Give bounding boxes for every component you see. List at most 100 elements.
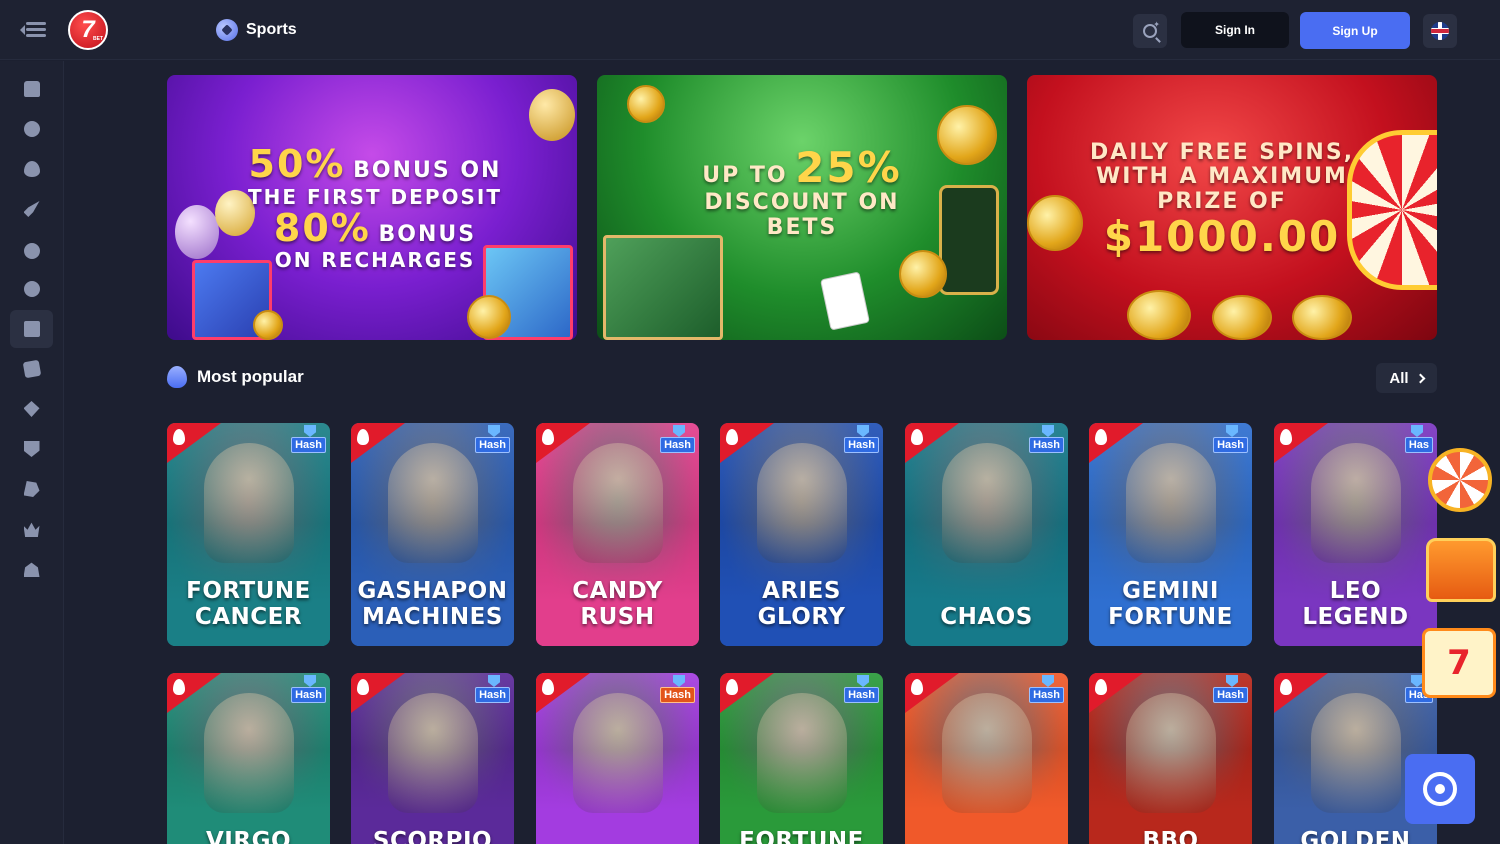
- sign-up-button[interactable]: Sign Up: [1300, 12, 1410, 49]
- coin-decoration: [1292, 295, 1352, 340]
- coin-decoration: [627, 85, 665, 123]
- sparkle-icon: ✦: [1153, 20, 1160, 29]
- sidebar-item-vip[interactable]: [10, 510, 53, 548]
- game-card[interactable]: Hash FORTUNE CANCER: [167, 423, 330, 646]
- banner2-text-2: DISCOUNT ON: [704, 190, 900, 216]
- sidebar-item-shield[interactable]: [10, 430, 53, 468]
- rocket-icon: [23, 201, 40, 217]
- uk-flag-icon: [1431, 22, 1449, 40]
- game-title: GASHAPON MACHINES: [357, 578, 508, 630]
- lucky-wheel-widget[interactable]: [1428, 448, 1492, 512]
- game-character-art: [941, 443, 1032, 563]
- game-title: ARIES GLORY: [757, 578, 846, 630]
- hash-badge: Hash: [291, 687, 326, 703]
- sidebar-item-cards[interactable]: [10, 350, 53, 388]
- hash-badge: Hash: [1029, 687, 1064, 703]
- promo-banner-bet-discount[interactable]: UP TO 25% DISCOUNT ON BETS: [597, 75, 1007, 340]
- game-character-art: [387, 443, 478, 563]
- sidebar-item-horse[interactable]: [10, 470, 53, 508]
- banner1-text-4: ON RECHARGES: [274, 248, 476, 273]
- soccer-ball-icon: [23, 243, 40, 259]
- game-card[interactable]: Hash: [536, 673, 699, 844]
- prize-wheel-decoration: [1347, 130, 1437, 290]
- game-character-art: [1125, 693, 1216, 813]
- hash-badge: Hash: [844, 687, 879, 703]
- sidebar: [0, 61, 64, 844]
- sidebar-item-recent[interactable]: [10, 110, 53, 148]
- hash-badge: Hash: [475, 437, 510, 453]
- sidebar-item-crash[interactable]: [10, 190, 53, 228]
- game-card[interactable]: Hash BBQ: [1089, 673, 1252, 844]
- cards-icon: [22, 359, 41, 379]
- sidebar-item-chest[interactable]: [10, 70, 53, 108]
- banner1-percent-1: 50%: [248, 141, 346, 186]
- chevron-right-icon: [1415, 373, 1426, 383]
- banner1-text-2: THE FIRST DEPOSIT: [248, 184, 502, 209]
- hash-badge: Hash: [844, 437, 879, 453]
- phone-decoration: [939, 185, 999, 295]
- daily-checkin-widget[interactable]: 7: [1422, 628, 1496, 698]
- game-title: FORTUNE CANCER: [186, 578, 311, 630]
- hash-badge: Hash: [1213, 687, 1248, 703]
- game-character-art: [572, 693, 663, 813]
- game-title: GOLDEN: [1300, 828, 1411, 844]
- promo-banner-deposit-bonus[interactable]: 50% BONUS ON THE FIRST DEPOSIT 80% BONUS…: [167, 75, 577, 340]
- soccer-ball-icon: [216, 19, 238, 41]
- game-card[interactable]: Has LEO LEGEND: [1274, 423, 1437, 646]
- banner3-text-3: PRIZE OF: [1157, 188, 1287, 214]
- poker-chip-icon: [23, 401, 40, 417]
- game-card[interactable]: Hash ARIES GLORY: [720, 423, 883, 646]
- game-title: CHAOS: [940, 604, 1033, 630]
- game-card[interactable]: Hash GASHAPON MACHINES: [351, 423, 514, 646]
- site-logo[interactable]: 7 BET: [68, 10, 108, 50]
- balloon-decoration: [175, 205, 219, 259]
- promo-banner-free-spins[interactable]: DAILY FREE SPINS, WITH A MAXIMUM PRIZE O…: [1027, 75, 1437, 340]
- game-card[interactable]: Hash VIRGO: [167, 673, 330, 844]
- top-bar: 7 BET Sports ✦ Sign In Sign Up: [0, 0, 1500, 60]
- fire-icon: [167, 366, 187, 388]
- sidebar-item-poker[interactable]: [10, 390, 53, 428]
- banner1-text-1: BONUS ON: [353, 157, 502, 183]
- hash-badge: Hash: [1213, 437, 1248, 453]
- sidebar-item-basketball[interactable]: [10, 270, 53, 308]
- treasure-chest-widget[interactable]: [1426, 538, 1496, 602]
- nav-sports-link[interactable]: Sports: [216, 19, 297, 41]
- crown-icon: [23, 522, 40, 537]
- coin-decoration: [1212, 295, 1272, 340]
- game-card[interactable]: Hash CHAOS: [905, 423, 1068, 646]
- language-button[interactable]: [1423, 14, 1457, 48]
- slot-machine-icon: [23, 321, 40, 337]
- game-character-art: [203, 443, 294, 563]
- game-character-art: [756, 443, 847, 563]
- section-title: Most popular: [197, 367, 304, 386]
- sidebar-item-fishing[interactable]: [10, 550, 53, 588]
- live-support-button[interactable]: [1405, 754, 1475, 824]
- sidebar-item-hot[interactable]: [10, 150, 53, 188]
- search-button[interactable]: ✦: [1133, 14, 1167, 48]
- hash-badge: Has: [1404, 437, 1433, 453]
- banner2-text-1: UP TO: [702, 163, 788, 189]
- game-title: LEO LEGEND: [1302, 578, 1409, 630]
- balloon-decoration: [529, 89, 575, 141]
- fishing-icon: [23, 562, 40, 577]
- game-card[interactable]: Hash CANDY RUSH: [536, 423, 699, 646]
- basketball-icon: [23, 281, 40, 297]
- game-card[interactable]: Hash GEMINI FORTUNE: [1089, 423, 1252, 646]
- coin-decoration: [899, 250, 947, 298]
- hash-badge: Hash: [291, 437, 326, 453]
- banner2-percent: 25%: [795, 143, 902, 193]
- sidebar-item-soccer[interactable]: [10, 232, 53, 270]
- hash-badge: Hash: [660, 437, 695, 453]
- game-card[interactable]: Hash: [905, 673, 1068, 844]
- sign-in-button[interactable]: Sign In: [1181, 12, 1289, 48]
- banner3-text-1: DAILY FREE SPINS,: [1089, 140, 1355, 166]
- game-card[interactable]: Hash FORTUNE: [720, 673, 883, 844]
- game-title: SCORPIO: [372, 828, 493, 844]
- game-card[interactable]: Hash SCORPIO: [351, 673, 514, 844]
- game-character-art: [203, 693, 294, 813]
- view-all-button[interactable]: All: [1376, 363, 1437, 393]
- menu-collapse-icon[interactable]: [20, 18, 46, 42]
- game-title: BBQ: [1142, 828, 1199, 844]
- game-character-art: [1310, 693, 1401, 813]
- sidebar-item-slots[interactable]: [10, 310, 53, 348]
